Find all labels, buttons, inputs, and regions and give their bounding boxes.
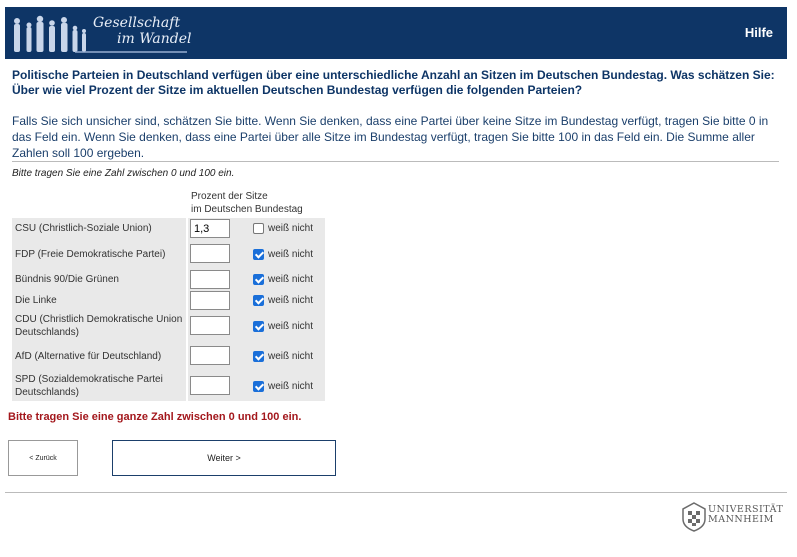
party-label: CSU (Christlich-Soziale Union) [12,218,186,239]
party-label: AfD (Alternative für Deutschland) [12,341,186,371]
party-input-cell: weiß nicht [188,239,325,269]
party-row-linke: Die Linke weiß nicht [12,290,325,311]
logo-text: Gesellschaft im Wandel [93,15,191,47]
seat-percent-input-csu[interactable] [190,219,230,238]
dont-know-label: weiß nicht [268,249,314,260]
dont-know-checkbox-fdp[interactable] [253,249,264,260]
party-label: Die Linke [12,290,186,311]
seat-percent-input-gruene[interactable] [190,270,230,289]
seat-percent-input-spd[interactable] [190,376,230,395]
party-label: FDP (Freie Demokratische Partei) [12,239,186,269]
dont-know-checkbox-afd[interactable] [253,351,264,362]
dont-know-checkbox-csu[interactable] [253,223,264,234]
column-header-line-2: im Deutschen Bundestag [191,204,303,215]
seat-percent-input-afd[interactable] [190,346,230,365]
dont-know-checkbox-cdu[interactable] [253,321,264,332]
dont-know-checkbox-linke[interactable] [253,295,264,306]
university-name: UNIVERSITÄT MANNHEIM [708,505,783,525]
party-row-cdu: CDU (Christlich Demokratische Union Deut… [12,311,325,341]
dont-know-checkbox-gruene[interactable] [253,274,264,285]
party-row-csu: CSU (Christlich-Soziale Union) weiß nich… [12,218,325,239]
party-input-cell: weiß nicht [188,269,325,290]
seat-percent-input-cdu[interactable] [190,316,230,335]
dont-know-label: weiß nicht [268,321,314,332]
dont-know-label: weiß nicht [268,381,314,392]
dont-know-checkbox-spd[interactable] [253,381,264,392]
university-crest-icon [682,502,706,532]
people-silhouettes-logo [14,15,86,52]
party-input-cell: weiß nicht [188,371,325,401]
party-input-cell: weiß nicht [188,341,325,371]
party-label: Bündnis 90/Die Grünen [12,269,186,290]
next-button[interactable]: Weiter > [112,440,336,476]
divider-bottom [5,492,787,493]
party-label: SPD (Sozialdemokratische Partei Deutschl… [12,371,186,401]
hint-text: Bitte tragen Sie eine Zahl zwischen 0 un… [12,168,235,179]
seat-percent-input-fdp[interactable] [190,244,230,263]
question-line-1: Politische Parteien in Deutschland verfü… [12,68,775,82]
error-message: Bitte tragen Sie eine ganze Zahl zwische… [8,411,302,423]
instructions-text: Falls Sie sich unsicher sind, schätzen S… [12,114,769,160]
party-input-cell: weiß nicht [188,290,325,311]
party-row-fdp: FDP (Freie Demokratische Partei) weiß ni… [12,239,325,269]
party-input-cell: weiß nicht [188,218,325,239]
dont-know-label: weiß nicht [268,223,314,234]
logo-line-2: im Wandel [117,31,192,47]
divider-top [12,161,779,162]
logo-line-1: Gesellschaft [93,15,181,31]
back-button[interactable]: < Zurück [8,440,78,476]
logo-underline [75,51,187,53]
dont-know-label: weiß nicht [268,351,314,362]
dont-know-label: weiß nicht [268,295,314,306]
party-input-cell: weiß nicht [188,311,325,341]
column-header: Prozent der Sitze im Deutschen Bundestag [191,190,303,216]
party-row-afd: AfD (Alternative für Deutschland) weiß n… [12,341,325,371]
seat-percent-input-linke[interactable] [190,291,230,310]
question-text: Politische Parteien in Deutschland verfü… [12,68,782,98]
header-bar: Gesellschaft im Wandel Hilfe [5,7,787,59]
party-row-gruene: Bündnis 90/Die Grünen weiß nicht [12,269,325,290]
help-link[interactable]: Hilfe [745,25,773,40]
party-row-spd: SPD (Sozialdemokratische Partei Deutschl… [12,371,325,401]
dont-know-label: weiß nicht [268,274,314,285]
university-line-2: MANNHEIM [708,514,774,525]
question-line-2: Über wie viel Prozent der Sitze im aktue… [12,83,583,97]
party-label: CDU (Christlich Demokratische Union Deut… [12,311,186,341]
column-header-line-1: Prozent der Sitze [191,191,268,202]
